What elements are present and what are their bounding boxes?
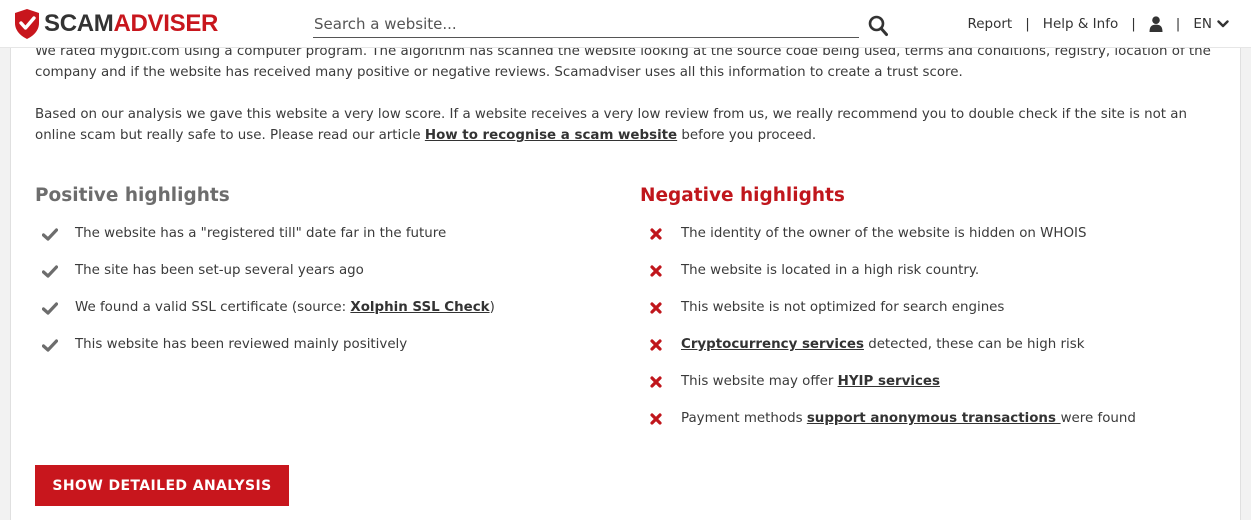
nav-separator: | — [1025, 16, 1030, 32]
list-item-text: Payment methods support anonymous transa… — [681, 411, 1136, 426]
list-item: This website has been reviewed mainly po… — [41, 336, 495, 373]
cross-icon — [647, 225, 665, 243]
negative-highlights-title: Negative highlights — [640, 185, 845, 206]
list-item-text: The website has a "registered till" date… — [75, 226, 447, 241]
list-item: Cryptocurrency services detected, these … — [647, 336, 1136, 373]
search-input[interactable] — [313, 10, 859, 38]
cross-icon — [647, 336, 665, 354]
logo-text: SCAMADVISER — [44, 10, 219, 37]
list-item: This website may offer HYIP services — [647, 373, 1136, 410]
chevron-down-icon — [1217, 20, 1229, 28]
cross-icon — [647, 410, 665, 428]
list-item-text: We found a valid SSL certificate (source… — [75, 300, 495, 315]
list-item: The website is located in a high risk co… — [647, 262, 1136, 299]
check-icon — [41, 262, 59, 280]
list-item-text: The site has been set-up several years a… — [75, 263, 364, 278]
list-item-text: The identity of the owner of the website… — [681, 226, 1087, 241]
negative-highlights-list: The identity of the owner of the website… — [647, 225, 1136, 447]
list-item: Payment methods support anonymous transa… — [647, 410, 1136, 447]
list-item: The website has a "registered till" date… — [41, 225, 495, 262]
scamadviser-logo[interactable]: SCAMADVISER — [13, 8, 218, 40]
search-icon[interactable] — [868, 15, 888, 37]
list-item-text: This website may offer HYIP services — [681, 374, 940, 389]
list-item-text: The website is located in a high risk co… — [681, 263, 980, 278]
list-item: The identity of the owner of the website… — [647, 225, 1136, 262]
ssl-check-link[interactable]: Xolphin SSL Check — [350, 300, 489, 315]
show-detailed-analysis-button[interactable]: SHOW DETAILED ANALYSIS — [35, 465, 289, 506]
list-item-text: This website has been reviewed mainly po… — [75, 337, 408, 352]
cryptocurrency-link[interactable]: Cryptocurrency services — [681, 337, 864, 352]
language-label: EN — [1193, 16, 1212, 32]
positive-highlights-title: Positive highlights — [35, 185, 230, 206]
shield-check-icon — [15, 9, 39, 39]
check-icon — [41, 299, 59, 317]
hyip-link[interactable]: HYIP services — [838, 374, 940, 389]
cross-icon — [647, 373, 665, 391]
nav-help-info[interactable]: Help & Info — [1043, 16, 1118, 32]
list-item: We found a valid SSL certificate (source… — [41, 299, 495, 336]
list-item-text: Cryptocurrency services detected, these … — [681, 337, 1085, 352]
top-nav: Report | Help & Info | | EN — [967, 13, 1229, 35]
list-item: This website is not optimized for search… — [647, 299, 1136, 336]
check-icon — [41, 225, 59, 243]
positive-highlights-list: The website has a "registered till" date… — [41, 225, 495, 373]
nav-report[interactable]: Report — [967, 16, 1012, 32]
score-warning: Based on our analysis we gave this websi… — [35, 107, 1187, 143]
cross-icon — [647, 299, 665, 317]
list-item-text: This website is not optimized for search… — [681, 300, 1005, 315]
analysis-panel: We rated mygbit.com using a computer pro… — [10, 30, 1241, 520]
user-icon[interactable] — [1149, 16, 1163, 32]
nav-separator: | — [1131, 16, 1136, 32]
nav-separator: | — [1175, 16, 1181, 32]
anonymous-transactions-link[interactable]: support anonymous transactions — [807, 411, 1061, 426]
list-item: The site has been set-up several years a… — [41, 262, 495, 299]
top-header: SCAMADVISER Report | Help & Info | | EN — [0, 0, 1251, 48]
cross-icon — [647, 262, 665, 280]
scam-article-link[interactable]: How to recognise a scam website — [425, 128, 677, 143]
search-bar — [313, 10, 859, 38]
check-icon — [41, 336, 59, 354]
language-selector[interactable]: EN — [1193, 16, 1229, 32]
